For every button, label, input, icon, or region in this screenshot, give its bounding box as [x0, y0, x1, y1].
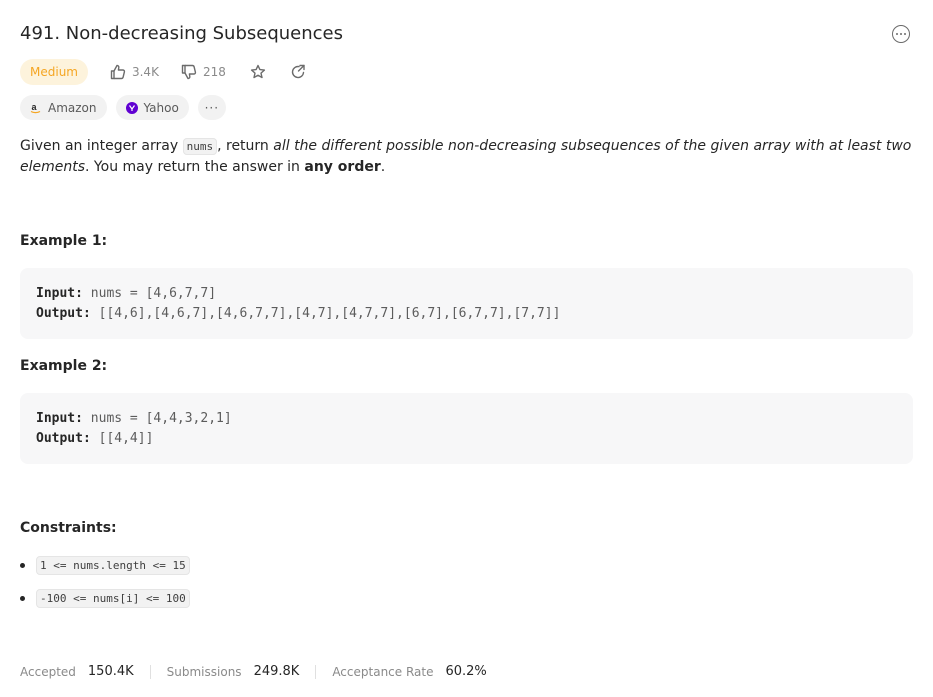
svg-text:a: a — [32, 102, 38, 112]
company-tags: a Amazon Yahoo ··· — [20, 95, 226, 120]
star-icon — [250, 64, 265, 79]
desc-bold: any order — [304, 159, 381, 175]
like-count: 3.4K — [131, 65, 159, 79]
dislike-button[interactable]: 218 — [181, 64, 226, 80]
desc-text: . — [380, 159, 386, 175]
input-label: Input: — [36, 411, 83, 426]
constraint-code: 1 <= nums.length <= 15 — [36, 556, 190, 575]
stats-bar: Accepted 150.4K Submissions 249.8K Accep… — [20, 664, 487, 679]
problem-meta: Medium 3.4K 218 — [20, 59, 306, 85]
list-item: 1 <= nums.length <= 15 — [20, 556, 190, 589]
example-1-title: Example 1: — [20, 233, 108, 249]
constraints-list: 1 <= nums.length <= 15 -100 <= nums[i] <… — [20, 556, 190, 622]
submissions-label: Submissions — [166, 664, 242, 679]
share-button[interactable] — [290, 64, 306, 80]
output-label: Output: — [36, 431, 91, 446]
more-tags-button[interactable]: ··· — [197, 95, 226, 120]
desc-text: , return — [217, 138, 274, 154]
output-label: Output: — [36, 306, 91, 321]
input-value: nums = [4,6,7,7] — [90, 286, 217, 301]
acceptance-rate-label: Acceptance Rate — [332, 664, 434, 679]
tag-label: Yahoo — [143, 100, 179, 115]
favorite-button[interactable] — [250, 64, 266, 80]
difficulty-badge[interactable]: Medium — [20, 59, 88, 85]
like-button[interactable]: 3.4K — [110, 64, 159, 80]
share-icon — [291, 64, 305, 79]
problem-description: Given an integer array nums, return all … — [20, 136, 913, 178]
output-value: [[4,4]] — [98, 431, 154, 446]
example-1-box: Input: nums = [4,6,7,7] Output: [[4,6],[… — [20, 268, 913, 339]
thumbs-up-icon — [110, 64, 126, 80]
title-row: 491. Non-decreasing Subsequences — [20, 22, 913, 48]
example-2-box: Input: nums = [4,4,3,2,1] Output: [[4,4]… — [20, 393, 913, 464]
thumbs-down-icon — [181, 64, 197, 80]
constraint-code: -100 <= nums[i] <= 100 — [36, 589, 190, 608]
acceptance-rate-value: 60.2% — [445, 664, 487, 679]
submissions-value: 249.8K — [253, 664, 300, 679]
tag-yahoo[interactable]: Yahoo — [115, 95, 189, 120]
constraints-title: Constraints: — [20, 520, 117, 536]
divider — [315, 664, 317, 679]
amazon-icon: a — [30, 102, 41, 113]
tag-label: Amazon — [48, 100, 97, 115]
input-value: nums = [4,4,3,2,1] — [90, 411, 232, 426]
example-2-title: Example 2: — [20, 358, 108, 374]
desc-text: . You may return the answer in — [85, 159, 305, 175]
example-input: Input: nums = [4,6,7,7] — [36, 284, 897, 304]
example-output: Output: [[4,6],[4,6,7],[4,6,7,7],[4,7],[… — [36, 304, 897, 324]
example-output: Output: [[4,4]] — [36, 429, 897, 449]
more-options-icon[interactable] — [892, 25, 910, 43]
input-label: Input: — [36, 286, 83, 301]
problem-title: 491. Non-decreasing Subsequences — [20, 23, 343, 44]
divider — [149, 664, 151, 679]
example-input: Input: nums = [4,4,3,2,1] — [36, 409, 897, 429]
list-item: -100 <= nums[i] <= 100 — [20, 589, 190, 622]
inline-code: nums — [182, 138, 218, 155]
accepted-value: 150.4K — [87, 664, 134, 679]
dislike-count: 218 — [202, 65, 226, 79]
desc-text: Given an integer array — [20, 138, 183, 154]
accepted-label: Accepted — [20, 664, 76, 679]
tag-amazon[interactable]: a Amazon — [20, 95, 107, 120]
yahoo-icon — [125, 101, 138, 114]
output-value: [[4,6],[4,6,7],[4,6,7,7],[4,7],[4,7,7],[… — [98, 306, 561, 321]
